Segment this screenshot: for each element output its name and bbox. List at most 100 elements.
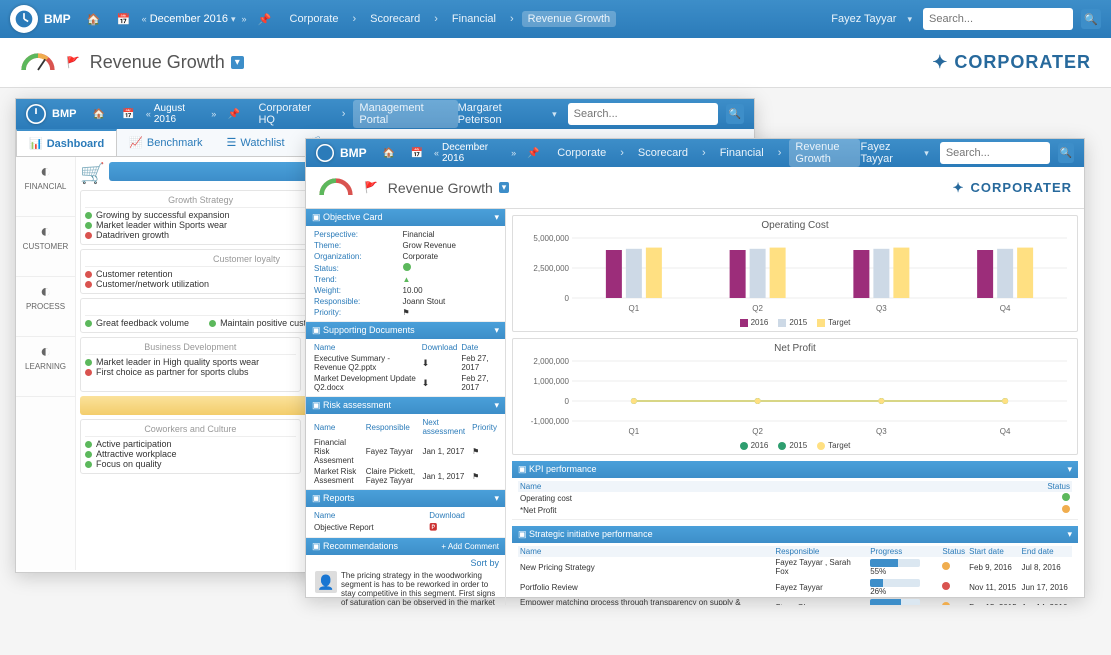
table-row[interactable]: Market Risk AssesmentClaire Pickett, Fay… — [312, 466, 499, 486]
dashboard-icon: 📊 — [29, 137, 43, 150]
obj-priority: ⚑ — [401, 307, 499, 318]
table-row[interactable]: Objective Report🅿 — [312, 521, 499, 534]
panel-supdocs-header[interactable]: ▣ Supporting Documents▾ — [306, 322, 505, 339]
wb-pin-icon[interactable]: 📌 — [521, 140, 545, 166]
tab-benchmark[interactable]: 📈Benchmark — [117, 129, 214, 156]
download-icon[interactable]: ⬇ — [420, 373, 460, 393]
panel-reports-header[interactable]: ▣ Reports▾ — [306, 490, 505, 507]
tab-dashboard[interactable]: 📊Dashboard — [16, 129, 117, 156]
gauge-icon: ◐ — [16, 161, 75, 182]
wa-period[interactable]: August 2016 — [154, 103, 208, 125]
chevron-down-icon[interactable]: ▾ — [494, 212, 499, 223]
add-comment-button[interactable]: + Add Comment — [441, 542, 499, 551]
wb-logo-icon — [316, 144, 334, 162]
tab-watchlist[interactable]: ☰Watchlist — [215, 129, 297, 156]
wb-user-dd-icon[interactable]: ▾ — [921, 148, 932, 159]
wb-title-dd-icon[interactable]: ▾ — [499, 182, 510, 193]
wa-crumb-1[interactable]: Management Portal — [353, 100, 457, 128]
svg-text:Q4: Q4 — [1000, 427, 1011, 436]
wb-cal-icon[interactable]: 📅 — [405, 140, 429, 166]
wb-crumb-3[interactable]: Revenue Growth — [789, 139, 860, 167]
crumb-2[interactable]: Financial — [446, 11, 502, 27]
panel-objective-header[interactable]: ▣ Objective Card▾ — [306, 209, 505, 226]
wa-crumb-0[interactable]: Corporater HQ — [252, 100, 333, 128]
chevron-down-icon[interactable]: ▾ — [1067, 529, 1072, 540]
period-next-icon[interactable]: » — [239, 14, 250, 24]
current-user[interactable]: Fayez Tayyar — [831, 13, 896, 25]
home-icon[interactable]: 🏠 — [81, 6, 107, 32]
table-row[interactable]: Portfolio ReviewFayez Tayyar 26%Nov 11, … — [518, 577, 1072, 597]
wa-pin-icon[interactable]: 📌 — [221, 101, 246, 127]
breadcrumb: Corporate› Scorecard› Financial› Revenue… — [284, 11, 617, 27]
wa-search-button[interactable]: 🔍 — [726, 104, 744, 124]
wb-prev-icon[interactable]: « — [431, 148, 442, 158]
persp-learning[interactable]: ◐LEARNING — [16, 337, 75, 397]
wa-period-next-icon[interactable]: » — [208, 109, 219, 119]
app-topbar: BMP 🏠 📅 « December 2016 ▾ » 📌 Corporate›… — [0, 0, 1111, 38]
perspectives-column: ◐FINANCIAL ◐CUSTOMER ◐PROCESS ◐LEARNING — [16, 157, 76, 570]
wb-crumb-2[interactable]: Financial — [714, 145, 770, 161]
download-icon[interactable]: ⬇ — [420, 353, 460, 373]
table-row[interactable]: Operating cost — [518, 492, 1072, 504]
table-row[interactable]: Market Development Update Q2.docx⬇Feb 27… — [312, 373, 499, 393]
period-dropdown-icon[interactable]: ▾ — [228, 14, 239, 25]
crumb-0[interactable]: Corporate — [284, 11, 345, 27]
persp-financial[interactable]: ◐FINANCIAL — [16, 157, 75, 217]
table-row[interactable]: Executive Summary - Revenue Q2.pptx⬇Feb … — [312, 353, 499, 373]
period-label[interactable]: December 2016 — [150, 13, 228, 25]
wa-user-dd-icon[interactable]: ▾ — [549, 109, 560, 120]
list-item: Market leader in High quality sports wea… — [85, 357, 296, 367]
persp-process[interactable]: ◐PROCESS — [16, 277, 75, 337]
table-row[interactable]: Empower matching process through transpa… — [518, 597, 1072, 605]
persp-customer[interactable]: ◐CUSTOMER — [16, 217, 75, 277]
col: Name — [518, 546, 773, 557]
wb-next-icon[interactable]: » — [508, 148, 519, 158]
persp-financial-label: FINANCIAL — [25, 182, 67, 191]
crumb-3[interactable]: Revenue Growth — [522, 11, 617, 27]
search-input[interactable] — [927, 12, 1073, 26]
chevron-down-icon[interactable]: ▾ — [494, 493, 499, 504]
wa-user[interactable]: Margaret Peterson — [458, 102, 542, 126]
pin-icon[interactable]: 📌 — [252, 6, 278, 32]
card-growth-strategy: Growth Strategy Growing by successful ex… — [80, 190, 321, 245]
wb-crumb-0[interactable]: Corporate — [551, 145, 612, 161]
page-title-dropdown-icon[interactable]: ▾ — [231, 56, 244, 69]
user-dropdown-icon[interactable]: ▾ — [904, 14, 915, 25]
chart-title: Operating Cost — [517, 220, 1073, 231]
wb-period[interactable]: December 2016 — [442, 142, 508, 164]
period-prev-icon[interactable]: « — [139, 14, 150, 24]
table-row[interactable]: New Pricing StrategyFayez Tayyar , Sarah… — [518, 557, 1072, 577]
wa-home-icon[interactable]: 🏠 — [86, 101, 111, 127]
sort-by-link[interactable]: Sort by — [312, 558, 499, 568]
wb-page-title: Revenue Growth — [388, 180, 493, 196]
wa-search-input[interactable] — [572, 107, 718, 121]
table-row[interactable]: *Net Profit — [518, 504, 1072, 516]
trend-up-icon: ▲ — [403, 275, 411, 284]
wb-crumb-1[interactable]: Scorecard — [632, 145, 694, 161]
download-pdf-icon[interactable]: 🅿 — [427, 521, 499, 534]
wb-home-icon[interactable]: 🏠 — [377, 140, 401, 166]
wb-left-pane: ▣ Objective Card▾ Perspective:Financial … — [306, 209, 506, 605]
compass-icon: ✦ — [932, 52, 948, 73]
crumb-1[interactable]: Scorecard — [364, 11, 426, 27]
search-button[interactable]: 🔍 — [1081, 9, 1101, 29]
wb-search-button[interactable]: 🔍 — [1058, 143, 1074, 163]
search-icon: 🔍 — [1060, 148, 1072, 159]
panel-recs-header[interactable]: ▣ Recommendations+ Add Comment — [306, 538, 505, 555]
wa-period-prev-icon[interactable]: « — [143, 109, 154, 119]
chevron-down-icon[interactable]: ▾ — [494, 400, 499, 411]
wb-user[interactable]: Fayez Tayyar — [860, 141, 913, 165]
list-item: Active participation — [85, 439, 296, 449]
panel-risk-header[interactable]: ▣ Risk assessment▾ — [306, 397, 505, 414]
calendar-icon[interactable]: 📅 — [111, 6, 137, 32]
panel-init-header[interactable]: ▣ Strategic initiative performance▾ — [512, 526, 1078, 543]
col-dl: Download — [420, 342, 460, 353]
chart-net-profit: Net Profit -1,000,00001,000,0002,000,000… — [512, 338, 1078, 455]
wa-calendar-icon[interactable]: 📅 — [116, 101, 141, 127]
panel-kpi-header[interactable]: ▣ KPI performance▾ — [512, 461, 1078, 478]
table-row[interactable]: Financial Risk AssesmentFayez TayyarJan … — [312, 437, 499, 466]
chevron-down-icon[interactable]: ▾ — [494, 325, 499, 336]
wb-breadcrumb: Corporate› Scorecard› Financial› Revenue… — [551, 139, 860, 167]
chevron-down-icon[interactable]: ▾ — [1067, 464, 1072, 475]
search-icon: 🔍 — [729, 109, 741, 120]
